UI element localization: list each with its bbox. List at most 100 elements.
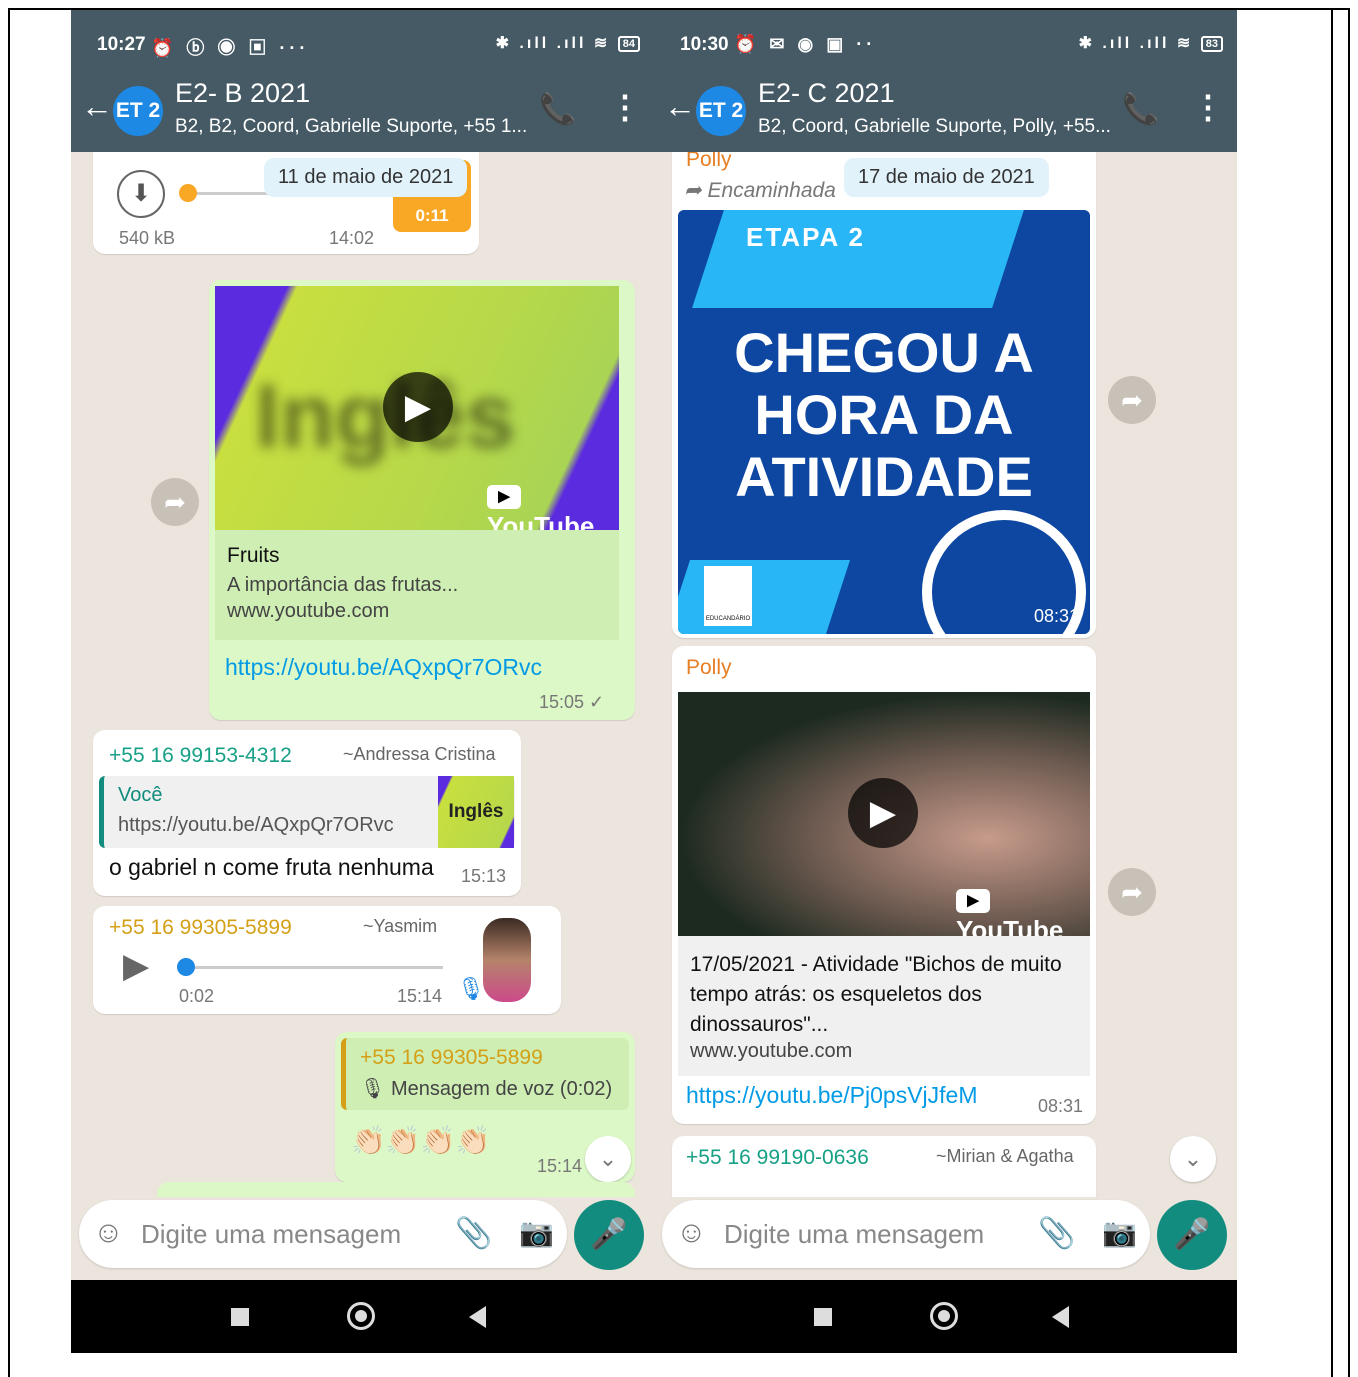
poster-line-3: ATIVIDADE: [735, 445, 1033, 508]
attach-icon[interactable]: 📎: [455, 1216, 492, 1251]
phone-right: 10:30 ⏰ ✉ ◉ ▣ ·· ✱ .ıll .ıll ≋ 83 ← ET 2…: [654, 10, 1237, 1353]
chat-title[interactable]: E2- B 2021: [175, 78, 310, 109]
back-arrow-icon[interactable]: ←: [81, 88, 113, 125]
more-options-icon[interactable]: ⋮: [609, 88, 641, 126]
message-time: 14:02: [329, 228, 375, 248]
clapping-emoji: 👏🏻👏🏻👏🏻👏🏻: [351, 1125, 491, 1156]
voice-message[interactable]: +55 16 99305-5899 ~Yasmim ▶ 0:02 15:14 🎙: [93, 906, 561, 1014]
forward-icon[interactable]: ➦: [1108, 868, 1156, 916]
home-icon[interactable]: [347, 1302, 375, 1330]
forward-arrow-icon: ➦: [684, 179, 708, 202]
sender-alias: ~Mirian & Agatha: [936, 1146, 1074, 1166]
camera-icon[interactable]: 📷: [519, 1216, 554, 1249]
chat-title[interactable]: E2- C 2021: [758, 78, 895, 109]
group-avatar[interactable]: ET 2: [113, 86, 163, 136]
emoji-icon[interactable]: ☺: [676, 1216, 707, 1250]
chat-header: ← ET 2 E2- B 2021 B2, B2, Coord, Gabriel…: [71, 66, 654, 152]
youtube-logo: ▶YouTube: [487, 480, 619, 530]
youtube-link[interactable]: https://youtu.be/AQxpQr7ORvc: [225, 654, 542, 681]
notification-icons: ⏰ ⓑ ◉ ▣ ···: [151, 38, 310, 58]
chat-area[interactable]: ⬇ 0:11 540 kB 14:02 11 de maio de 2021 I…: [71, 152, 654, 1197]
home-icon[interactable]: [930, 1302, 958, 1330]
chat-participants[interactable]: B2, Coord, Gabrielle Suporte, Polly, +55…: [758, 116, 1111, 138]
sender-phone[interactable]: +55 16 99190-0636: [686, 1146, 869, 1170]
back-nav-icon[interactable]: [469, 1306, 486, 1328]
reply-message[interactable]: +55 16 99153-4312 ~Andressa Cristina Voc…: [93, 730, 521, 896]
youtube-link-message[interactable]: Polly ▶ ▶YouTube 17/05/2021 - Atividade …: [672, 646, 1096, 1124]
signal-wifi-icon: ✱ .ıll .ıll ≋: [495, 35, 611, 52]
sender-name[interactable]: Polly: [686, 656, 732, 680]
emoji-icon[interactable]: ☺: [93, 1216, 124, 1250]
scroll-down-icon[interactable]: ⌄: [1170, 1136, 1216, 1182]
camera-icon[interactable]: 📷: [1102, 1216, 1137, 1249]
attach-icon[interactable]: 📎: [1038, 1216, 1075, 1251]
message-input[interactable]: Digite uma mensagem: [141, 1219, 401, 1250]
signal-wifi-icon: ✱ .ıll .ıll ≋: [1078, 35, 1194, 52]
poster-etapa: ETAPA 2: [746, 222, 865, 252]
audio-progress-track[interactable]: [183, 966, 443, 969]
more-options-icon[interactable]: ⋮: [1192, 88, 1224, 126]
chat-participants[interactable]: B2, B2, Coord, Gabrielle Suporte, +55 1.…: [175, 116, 527, 138]
poster-line-2: HORA DA: [754, 383, 1014, 446]
audio-progress-knob[interactable]: [179, 184, 197, 202]
sender-avatar[interactable]: [483, 918, 531, 1002]
video-thumbnail[interactable]: Inglês ▶ ▶YouTube: [215, 286, 619, 530]
add-call-icon[interactable]: 📞: [539, 92, 576, 127]
chat-area[interactable]: Polly ➦ Encaminhada ETAPA 2 CHEGOU A HOR…: [654, 152, 1237, 1197]
play-icon[interactable]: ▶: [123, 946, 149, 986]
android-nav-bar: [71, 1280, 654, 1353]
signal-icons: ✱ .ıll .ıll ≋ 84: [496, 33, 640, 53]
message-time: 15:14: [537, 1156, 583, 1176]
quoted-author: Você: [118, 784, 163, 806]
forward-icon[interactable]: ➦: [1108, 376, 1156, 424]
recents-icon[interactable]: [814, 1308, 832, 1326]
poster-line-1: CHEGOU A: [734, 321, 1034, 384]
frame-divider: [1331, 8, 1333, 1377]
link-preview[interactable]: 17/05/2021 - Atividade "Bichos de muito …: [678, 936, 1090, 1076]
preview-description: A importância das frutas...: [227, 574, 459, 596]
back-nav-icon[interactable]: [1052, 1306, 1069, 1328]
mic-icon: 🎙: [457, 976, 485, 1001]
message-time: 08:31: [1038, 1096, 1084, 1116]
message-input[interactable]: Digite uma mensagem: [724, 1219, 984, 1250]
audio-progress-knob[interactable]: [177, 958, 195, 976]
add-call-icon[interactable]: 📞: [1122, 92, 1159, 127]
sender-name[interactable]: Polly: [686, 152, 732, 172]
youtube-label: YouTube: [956, 915, 1064, 936]
audio-size: 540 kB: [119, 228, 176, 248]
forwarded-image-message[interactable]: Polly ➦ Encaminhada ETAPA 2 CHEGOU A HOR…: [672, 152, 1096, 638]
poster-image[interactable]: ETAPA 2 CHEGOU A HORA DA ATIVIDADE EDUCA…: [678, 210, 1090, 634]
play-icon[interactable]: ▶: [383, 372, 453, 442]
group-avatar[interactable]: ET 2: [696, 86, 746, 136]
incoming-message[interactable]: +55 16 99190-0636 ~Mirian & Agatha: [672, 1136, 1096, 1197]
mic-button[interactable]: 🎤: [574, 1200, 644, 1270]
quoted-message[interactable]: +55 16 99305-5899 🎙 Mensagem de voz (0:0…: [341, 1038, 629, 1110]
partial-message: [157, 1182, 635, 1197]
quoted-message[interactable]: Você https://youtu.be/AQxpQr7ORvc Inglês: [99, 776, 515, 848]
signal-icons: ✱ .ıll .ıll ≋ 83: [1079, 33, 1223, 53]
mic-button[interactable]: 🎤: [1157, 1200, 1227, 1270]
battery-icon: 84: [617, 35, 640, 52]
message-time: 15:14: [397, 986, 443, 1006]
youtube-link[interactable]: https://youtu.be/Pj0psVjJfeM: [686, 1082, 978, 1109]
status-time: 10:27: [97, 34, 146, 55]
voice-duration: 0:02: [179, 986, 215, 1006]
play-icon[interactable]: ▶: [848, 778, 918, 848]
sender-phone[interactable]: +55 16 99153-4312: [109, 744, 292, 768]
scroll-down-icon[interactable]: ⌄: [585, 1136, 631, 1182]
forward-icon[interactable]: ➦: [151, 478, 199, 526]
sender-alias: ~Andressa Cristina: [343, 744, 496, 764]
message-input-bar[interactable]: ☺ Digite uma mensagem 📎 📷: [79, 1200, 567, 1268]
recents-icon[interactable]: [231, 1308, 249, 1326]
quoted-sender: +55 16 99305-5899: [360, 1046, 543, 1069]
preview-domain: www.youtube.com: [227, 600, 390, 622]
message-input-bar[interactable]: ☺ Digite uma mensagem 📎 📷: [662, 1200, 1150, 1268]
video-thumbnail[interactable]: ▶ ▶YouTube: [678, 692, 1090, 936]
youtube-link-message[interactable]: Inglês ▶ ▶YouTube Fruits A importância d…: [209, 280, 635, 720]
sender-phone[interactable]: +55 16 99305-5899: [109, 916, 292, 940]
preview-title: Fruits: [227, 544, 280, 567]
link-preview[interactable]: Fruits A importância das frutas... www.y…: [215, 530, 619, 640]
back-arrow-icon[interactable]: ←: [664, 88, 696, 125]
preview-domain: www.youtube.com: [690, 1040, 853, 1062]
download-icon[interactable]: ⬇: [117, 170, 165, 218]
